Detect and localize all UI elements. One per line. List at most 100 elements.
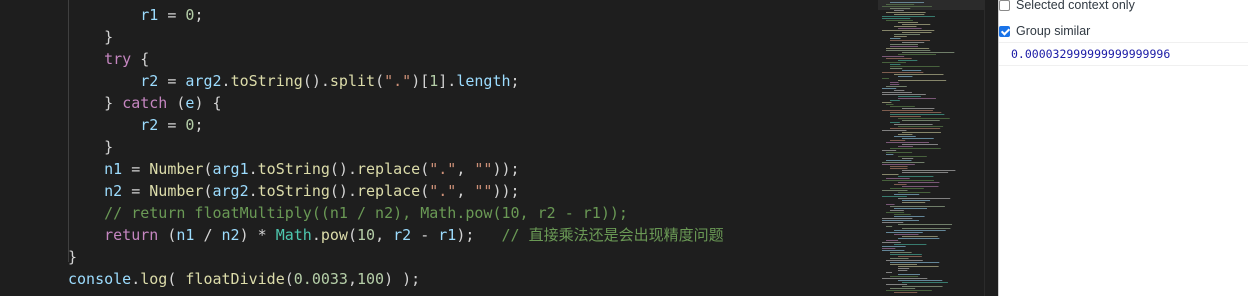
code-area[interactable]: r1 = 0; } try { r2 = arg2.toString().spl…: [0, 0, 880, 296]
code-token: .: [221, 72, 231, 90]
minimap-line: [890, 106, 915, 107]
minimap-line: [898, 176, 934, 177]
minimap-line: [902, 132, 941, 133]
minimap-line: [894, 34, 921, 35]
minimap-line: [898, 198, 951, 199]
code-token: (: [420, 160, 430, 178]
minimap-line: [898, 238, 940, 239]
code-line[interactable]: }: [68, 246, 77, 268]
code-token: ;: [194, 6, 204, 24]
selected-context-label: Selected context only: [1016, 0, 1135, 12]
minimap-line: [898, 256, 922, 257]
selected-context-option[interactable]: Selected context only: [999, 0, 1135, 16]
code-token: =: [167, 116, 186, 134]
minimap-line: [886, 160, 912, 161]
minimap-line: [890, 40, 931, 41]
code-token: // 直接乘法还是会出现精度问题: [501, 226, 724, 244]
minimap-line: [882, 196, 907, 197]
code-line[interactable]: r2 = 0;: [68, 114, 203, 136]
minimap-line: [894, 184, 907, 185]
minimap-line: [902, 24, 931, 25]
minimap-line: [902, 186, 939, 187]
code-token: {: [131, 50, 150, 68]
code-token: .: [248, 160, 258, 178]
minimap-line: [902, 170, 956, 171]
minimap-line: [902, 144, 938, 145]
minimap-line: [890, 114, 945, 115]
code-token: ().: [329, 160, 357, 178]
minimap-line: [886, 50, 931, 51]
minimap-line: [882, 278, 928, 279]
code-line[interactable]: }: [68, 26, 113, 48]
minimap-line: [898, 192, 931, 193]
selected-context-checkbox[interactable]: [999, 0, 1010, 11]
code-line[interactable]: r1 = 0;: [68, 4, 203, 26]
code-token: arg2: [185, 72, 222, 90]
code-token: =: [131, 160, 150, 178]
code-token: n1: [176, 226, 195, 244]
minimap-line: [894, 194, 920, 195]
minimap-line: [894, 26, 917, 27]
minimap-line: [882, 130, 907, 131]
minimap-line: [898, 80, 947, 81]
code-token: 10: [357, 226, 376, 244]
minimap-line: [890, 38, 901, 39]
minimap-line: [902, 42, 925, 43]
minimap-line: [894, 234, 919, 235]
code-line[interactable]: // return floatMultiply((n1 / n2), Math.…: [68, 202, 628, 224]
minimap-line: [890, 44, 918, 45]
minimap-line: [894, 136, 916, 137]
code-token: );: [456, 226, 502, 244]
minimap-line: [890, 82, 899, 83]
minimap-line: [886, 12, 926, 13]
code-token: (: [167, 94, 186, 112]
minimap-line: [882, 222, 904, 223]
minimap-line: [890, 288, 916, 289]
minimap-line: [886, 212, 905, 213]
minimap-line: [882, 190, 908, 191]
code-line[interactable]: n1 = Number(arg1.toString().replace(".",…: [68, 158, 519, 180]
group-similar-checkbox[interactable]: [999, 25, 1010, 37]
minimap-line: [898, 60, 918, 61]
code-token: .: [311, 226, 321, 244]
minimap-line: [882, 164, 915, 165]
code-line[interactable]: } catch (e) {: [68, 92, 221, 114]
minimap-line: [898, 224, 953, 225]
group-similar-option[interactable]: Group similar: [999, 20, 1090, 42]
minimap-slider[interactable]: [878, 0, 984, 10]
minimap-line: [894, 230, 946, 231]
minimap-line: [902, 282, 948, 283]
code-line[interactable]: n2 = Number(arg2.toString().replace(".",…: [68, 180, 519, 202]
minimap-line: [894, 10, 904, 11]
code-token: }: [68, 28, 114, 46]
minimap-line: [882, 56, 905, 57]
code-line[interactable]: }: [68, 136, 113, 158]
minimap-line: [898, 76, 913, 77]
vertical-scrollbar[interactable]: [984, 0, 998, 296]
devtools-console-panel: Selected context only Group similar 0.00…: [998, 0, 1248, 296]
code-token: try: [104, 50, 132, 68]
code-line[interactable]: r2 = arg2.toString().split(".")[1].lengt…: [68, 70, 519, 92]
code-editor[interactable]: r1 = 0; } try { r2 = arg2.toString().spl…: [0, 0, 998, 296]
minimap-line: [894, 90, 905, 91]
minimap-line: [882, 94, 926, 95]
minimap-line: [902, 32, 932, 33]
code-line[interactable]: return (n1 / n2) * Math.pow(10, r2 - r1)…: [68, 224, 724, 246]
code-token: r1: [68, 6, 168, 24]
code-token: toString: [257, 160, 330, 178]
minimap-line: [890, 84, 900, 85]
minimap-line: [882, 62, 906, 63]
code-token: )[: [411, 72, 430, 90]
minimap[interactable]: [878, 0, 984, 296]
console-message[interactable]: 0.000032999999999999996: [999, 42, 1248, 66]
code-line[interactable]: try {: [68, 48, 149, 70]
code-token: toString: [257, 182, 330, 200]
code-token: (: [203, 160, 213, 178]
code-token: (: [375, 72, 385, 90]
minimap-line: [882, 88, 897, 89]
code-token: floatDivide: [185, 270, 285, 288]
minimap-line: [882, 248, 896, 249]
code-line[interactable]: console.log( floatDivide(0.0033,100) );: [68, 268, 420, 290]
minimap-line: [886, 154, 894, 155]
code-token: n2: [68, 182, 132, 200]
